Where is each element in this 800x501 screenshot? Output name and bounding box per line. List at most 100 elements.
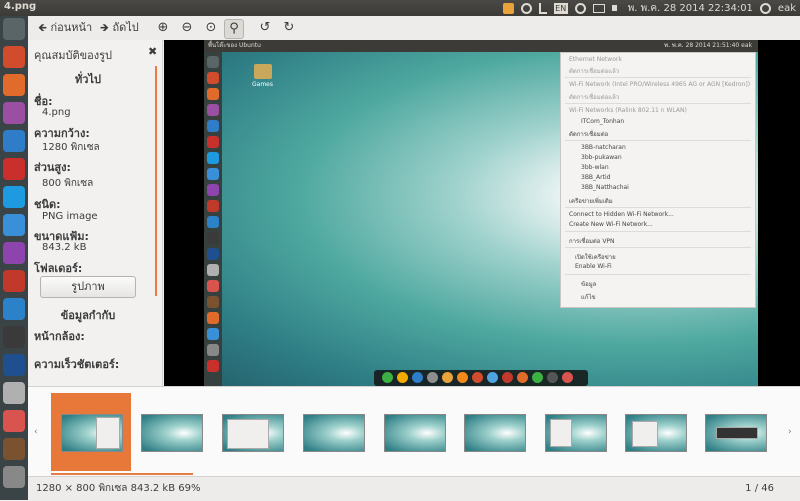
thumbnail[interactable] [222,414,284,452]
menu-item: Wi-Fi Network (Intel PRO/Wireless 4965 A… [569,81,751,88]
menu-item: 3bb-wlan [581,164,609,171]
thumbnail[interactable] [705,414,767,452]
next-button[interactable]: 🡺 ถัดไป [100,19,139,37]
network-icon[interactable] [538,2,547,14]
width-value: 1280 พิกเซล [42,142,100,153]
displayed-image: พื้นโต๊ะของ Ubuntu พ. พ.ค. 28 2014 21:51… [204,40,758,386]
rotate-right-icon[interactable]: ↻ [280,19,298,37]
height-value: 800 พิกเซล [42,178,94,189]
launcher-app-icon[interactable] [3,438,25,460]
thumbnail[interactable] [303,414,365,452]
menu-item: การเชื่อมต่อ VPN [569,238,615,245]
zoom-out-icon[interactable]: ⊖ [178,19,196,37]
image-launcher [204,52,222,386]
sidebar-scrollbar[interactable] [155,66,157,296]
menu-item: 3BB-natcharan [581,144,626,151]
skype-icon[interactable] [3,186,25,208]
menu-item: ตัดการเชื่อมต่อแล้ว [569,68,620,75]
image-info: 1280 × 800 พิกเซล 843.2 kB 69% [36,483,201,494]
thumbnail[interactable] [464,414,526,452]
folder-button[interactable]: รูปภาพ [40,276,136,298]
launcher-app-icon[interactable] [3,298,25,320]
thumbnail[interactable] [141,414,203,452]
menu-item: ITCom_Tonhan [581,118,625,125]
menu-item: เปิดใช้เครือข่าย [575,254,616,261]
height-label: ส่วนสูง: [34,161,71,174]
menu-item: เครือข่ายเพิ่มเติม [569,198,613,205]
rotate-left-icon[interactable]: ↺ [256,19,274,37]
arrow-left-icon: 🡸 [38,21,47,34]
mail-icon[interactable] [592,3,605,13]
thumbnail[interactable] [545,414,607,452]
top-panel: 4.png EN พ. พ.ค. 28 2014 22:34:01 eak [0,0,800,16]
menu-item: Connect to Hidden Wi-Fi Network... [569,211,674,218]
sync-icon[interactable] [520,2,532,14]
trash-icon[interactable] [3,466,25,488]
details-section-title: ข้อมูลกำกับ [60,309,116,322]
user-name[interactable]: eak [778,3,796,14]
thumbnail[interactable] [384,414,446,452]
status-bar: 1280 × 800 พิกเซล 843.2 kB 69% 1 / 46 [28,476,800,501]
launcher-app-icon[interactable] [3,354,25,376]
scroll-left-arrow[interactable]: ‹ [34,427,38,437]
launcher-app-icon[interactable] [3,270,25,292]
launcher-app-icon[interactable] [3,46,25,68]
launcher-app-icon[interactable] [3,410,25,432]
network-menu: Ethernet Network ตัดการเชื่อมต่อแล้ว Wi-… [560,52,756,308]
sidebar-header: คุณสมบัติของรูป [34,49,113,62]
thumbnail[interactable] [61,414,123,452]
close-icon[interactable]: ✖ [148,45,157,58]
menu-item: ข้อมูล [581,281,597,288]
folder-icon [254,64,272,79]
menu-item: 3BB_Natthachai [581,184,629,191]
image-dock [374,370,588,386]
menu-item: ตัดการเชื่อมต่อแล้ว [569,94,620,101]
shutter-speed-label: ความเร็วชัตเตอร์: [34,358,120,371]
image-counter: 1 / 46 [745,483,774,494]
previous-button[interactable]: 🡸 ก่อนหน้า [38,19,92,37]
window-title: 4.png [4,1,37,12]
type-value: PNG image [42,211,98,222]
scroll-right-arrow[interactable]: › [788,427,792,437]
camera-label: หน้ากล้อง: [34,330,85,343]
menu-item: Create New Wi-Fi Network... [569,221,653,228]
arrow-right-icon: 🡺 [100,21,109,34]
launcher-app-icon[interactable] [3,102,25,124]
dash-home-icon[interactable] [3,18,25,40]
image-viewer[interactable]: พื้นโต๊ะของ Ubuntu พ. พ.ค. 28 2014 21:51… [164,40,800,386]
launcher-app-icon[interactable] [3,326,25,348]
filmstrip-scrollbar[interactable] [51,473,193,475]
thumbnail[interactable] [625,414,687,452]
image-panel-clock: พ. พ.ค. 28 2014 21:51:40 eak [664,42,752,49]
power-gear-icon[interactable] [759,2,771,14]
launcher-app-icon[interactable] [3,74,25,96]
desktop-folder-label: Games [252,81,273,88]
keyboard-layout-indicator[interactable]: EN [553,2,568,14]
previous-label: ก่อนหน้า [50,21,93,34]
menu-item: แก้ไข [581,294,596,301]
launcher-app-icon[interactable] [3,130,25,152]
menu-item: Wi-Fi Networks (Ralink 802.11 n WLAN) [569,107,687,114]
bluetooth-icon[interactable] [574,2,586,14]
thumbnail-filmstrip: ‹ › [28,386,800,477]
menu-item: 3BB_Artid [581,174,611,181]
launcher-app-icon[interactable] [3,242,25,264]
clock[interactable]: พ. พ.ค. 28 2014 22:34:01 [628,1,753,16]
zoom-in-icon[interactable]: ⊕ [154,19,172,37]
zoom-normal-icon[interactable]: ⊙ [202,19,220,37]
launcher-app-icon[interactable] [3,214,25,236]
filezilla-icon[interactable] [3,158,25,180]
menu-item: Enable Wi-Fi [575,263,612,270]
menu-item: Ethernet Network [569,56,622,63]
image-top-panel: พื้นโต๊ะของ Ubuntu พ. พ.ค. 28 2014 21:51… [204,40,758,52]
dropbox-icon[interactable] [502,2,514,14]
next-label: ถัดไป [112,21,139,34]
volume-icon[interactable] [611,5,621,11]
general-section-title: ทั่วไป [75,73,101,86]
launcher-app-icon[interactable] [3,382,25,404]
zoom-fit-icon[interactable]: ⚲ [224,19,244,39]
toolbar: 🡸 ก่อนหน้า 🡺 ถัดไป ⊕ ⊖ ⊙ ⚲ ↺ ↻ [28,16,800,41]
name-value: 4.png [42,107,71,118]
system-tray: EN พ. พ.ค. 28 2014 22:34:01 eak [502,0,796,16]
launcher [0,16,28,500]
